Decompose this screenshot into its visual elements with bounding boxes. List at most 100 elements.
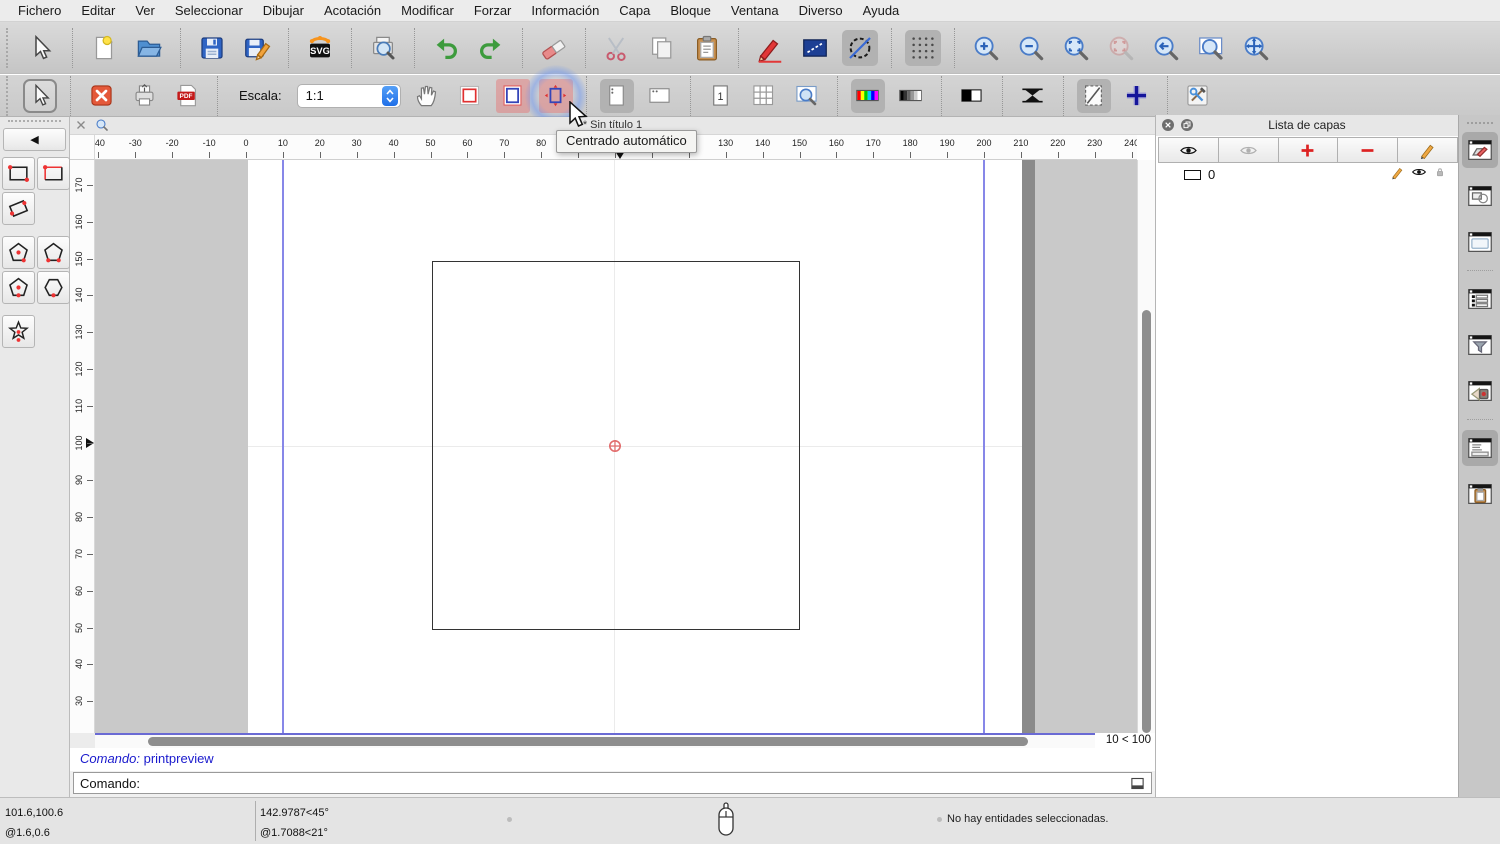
rect-3points-button[interactable] [37,157,70,190]
toolbar-drag-handle[interactable] [6,76,10,116]
cut-button[interactable] [599,30,635,66]
layer-edit-button[interactable] [1397,137,1458,163]
auto-center-button[interactable] [539,79,573,113]
eye-hidden-button[interactable] [1218,137,1279,163]
color-bar-button[interactable] [851,79,885,113]
dock-blocks-button[interactable] [1462,178,1498,214]
new-file-button[interactable] [86,30,122,66]
draft-mode-button[interactable] [1077,79,1111,113]
bw-split-button[interactable] [955,79,989,113]
save-as-button[interactable] [239,30,275,66]
horizontal-scrollbar[interactable] [95,733,1095,748]
draw-circle-button[interactable] [842,30,878,66]
eraser-button[interactable] [536,30,572,66]
zoom-in-button[interactable] [968,30,1004,66]
fit-paper-button[interactable] [496,79,530,113]
menu-informacion[interactable]: Información [521,3,609,18]
menu-acotacion[interactable]: Acotación [314,3,391,18]
pan-hand-button[interactable] [410,79,444,113]
menu-editar[interactable]: Editar [71,3,125,18]
select-cursor-button[interactable] [23,30,59,66]
zoom-auto-button[interactable] [1058,30,1094,66]
palette-spacer [2,306,70,313]
crosshair-plus-button[interactable] [1120,79,1154,113]
settings-tools-button[interactable] [1181,79,1215,113]
layer-add-button[interactable] [1278,137,1339,163]
eye-visible-button[interactable] [1158,137,1219,163]
toolbar-drag-handle[interactable] [6,28,10,68]
page-portrait-button[interactable] [600,79,634,113]
palette-drag-handle[interactable] [8,120,61,126]
page-landscape-button[interactable] [643,79,677,113]
gray-bar-icon [897,82,924,109]
palette-back-button[interactable]: ◀ [3,128,66,151]
layer-visible-icon[interactable] [1411,164,1427,185]
menu-ayuda[interactable]: Ayuda [853,3,910,18]
drawing-canvas[interactable] [95,160,1137,733]
layer-lock-icon[interactable] [1433,165,1447,184]
layer-row[interactable]: 0 [1158,164,1457,185]
grid-toggle-button[interactable] [905,30,941,66]
svg-export-button[interactable]: SVG [302,30,338,66]
polygon-center-tangent-button[interactable] [2,271,35,304]
draw-pencil-button[interactable] [752,30,788,66]
save-file-button[interactable] [194,30,230,66]
command-toggle-icon[interactable] [1129,776,1146,794]
dock-command-button[interactable] [1462,430,1498,466]
paper-border-button[interactable] [453,79,487,113]
scale-select[interactable]: 1:1 [297,84,401,108]
dock-drag-handle[interactable] [1467,122,1493,124]
menu-bloque[interactable]: Bloque [660,3,720,18]
dock-entity-list-button[interactable] [1462,281,1498,317]
menu-ventana[interactable]: Ventana [721,3,789,18]
pdf-export-button[interactable]: PDF [170,79,204,113]
gray-bar-button[interactable] [894,79,928,113]
polygon-corner-corner-button[interactable] [37,236,70,269]
print-button[interactable] [127,79,161,113]
menu-fichero[interactable]: Fichero [8,3,71,18]
select-cursor-button[interactable] [23,79,57,113]
rect-2corners-button[interactable] [2,157,35,190]
line-width-button[interactable] [1016,79,1050,113]
menu-forzar[interactable]: Forzar [464,3,522,18]
polygon-center-corner-button[interactable] [2,236,35,269]
origin-marker [608,439,622,453]
draw-line-button[interactable] [797,30,833,66]
zoom-out-button[interactable] [1013,30,1049,66]
undo-button[interactable] [428,30,464,66]
zoom-page-button[interactable] [790,79,824,113]
zoom-previous-button[interactable] [1148,30,1184,66]
layer-edit-icon[interactable] [1390,165,1405,185]
zoom-window-button[interactable] [1193,30,1229,66]
page-multi-button[interactable] [747,79,781,113]
paste-button[interactable] [689,30,725,66]
layer-remove-button[interactable] [1337,137,1398,163]
dock-clipboard-button[interactable] [1462,476,1498,512]
menu-dibujar[interactable]: Dibujar [253,3,314,18]
close-preview-button[interactable] [84,79,118,113]
vertical-scrollbar[interactable] [1137,160,1155,733]
command-input[interactable]: Comando: [73,772,1152,794]
menu-modificar[interactable]: Modificar [391,3,464,18]
menu-ver[interactable]: Ver [125,3,165,18]
rect-2corners-icon [6,161,31,186]
layer-color-swatch [1184,170,1201,180]
page-single-button[interactable]: 1 [704,79,738,113]
horizontal-scrollbar-thumb[interactable] [148,737,1028,746]
dock-filter-button[interactable] [1462,327,1498,363]
copy-button[interactable] [644,30,680,66]
polygon-inscribed-button[interactable] [37,271,70,304]
vertical-scrollbar-thumb[interactable] [1142,310,1151,733]
menu-capa[interactable]: Capa [609,3,660,18]
menu-seleccionar[interactable]: Seleccionar [165,3,253,18]
zoom-pan-button[interactable] [1238,30,1274,66]
open-folder-button[interactable] [131,30,167,66]
redo-button[interactable] [473,30,509,66]
star-tool-button[interactable] [2,315,35,348]
menu-diverso[interactable]: Diverso [789,3,853,18]
print-preview-button[interactable] [365,30,401,66]
dock-layers-button[interactable] [1462,132,1498,168]
dock-beam-button[interactable] [1462,373,1498,409]
dock-library-button[interactable] [1462,224,1498,260]
rect-rotated-button[interactable] [2,192,35,225]
